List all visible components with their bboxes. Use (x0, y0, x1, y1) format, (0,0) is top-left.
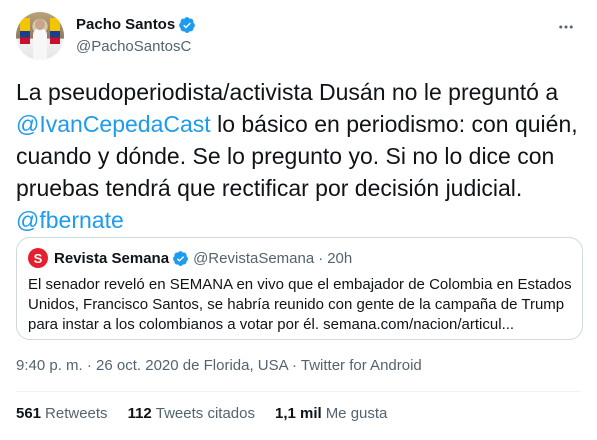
separator-dot: · (318, 249, 324, 267)
mention-link[interactable]: @IvanCepedaCast (16, 111, 211, 137)
quoted-tweet-header: S Revista Semana @RevistaSemana · 20h (28, 248, 352, 268)
tweet-line: pruebas tendrá que rectificar por decisi… (16, 175, 523, 201)
author-display-name[interactable]: Pacho Santos (76, 15, 175, 35)
tweet-header: Pacho Santos @PachoSantosC (16, 12, 581, 60)
quoted-tweet[interactable]: S Revista Semana @RevistaSemana · 20h El… (16, 237, 583, 340)
quoted-tweet-body: El senador reveló en SEMANA en vivo que … (28, 276, 572, 333)
quote-tweets-stat[interactable]: 112 Tweets citados (128, 404, 255, 424)
mention-link[interactable]: @fbernate (16, 207, 124, 233)
quoted-author-handle: @RevistaSemana (193, 249, 315, 267)
tweet-line: @fbernate (16, 204, 588, 236)
author-info: Pacho Santos @PachoSantosC (76, 15, 196, 57)
engagement-stats: 561 Retweets 112 Tweets citados 1,1 mil Me … (16, 404, 407, 424)
tweet-line: @IvanCepedaCast lo básico en periodismo:… (16, 111, 578, 137)
likes-stat[interactable]: 1,1 mil Me gusta (275, 404, 387, 424)
verified-badge-icon (179, 17, 196, 33)
tweet-text: La pseudoperiodista/activista Dusán no l… (16, 76, 588, 236)
tweet-line: cuando y dónde. Se lo pregunto yo. Si no… (16, 143, 555, 169)
verified-badge-icon (173, 250, 189, 266)
divider (16, 391, 581, 392)
more-options-icon[interactable] (555, 16, 577, 38)
quoted-author-name: Revista Semana (54, 249, 170, 267)
tweet-timestamp[interactable]: 9:40 p. m. · 26 oct. 2020 de Florida, US… (16, 356, 422, 376)
semana-logo-icon: S (28, 248, 48, 268)
avatar[interactable] (16, 12, 64, 60)
retweets-stat[interactable]: 561 Retweets (16, 404, 108, 424)
quoted-tweet-age: 20h (327, 249, 353, 267)
tweet-line: La pseudoperiodista/activista Dusán no l… (16, 79, 559, 105)
author-handle[interactable]: @PachoSantosC (76, 37, 196, 57)
